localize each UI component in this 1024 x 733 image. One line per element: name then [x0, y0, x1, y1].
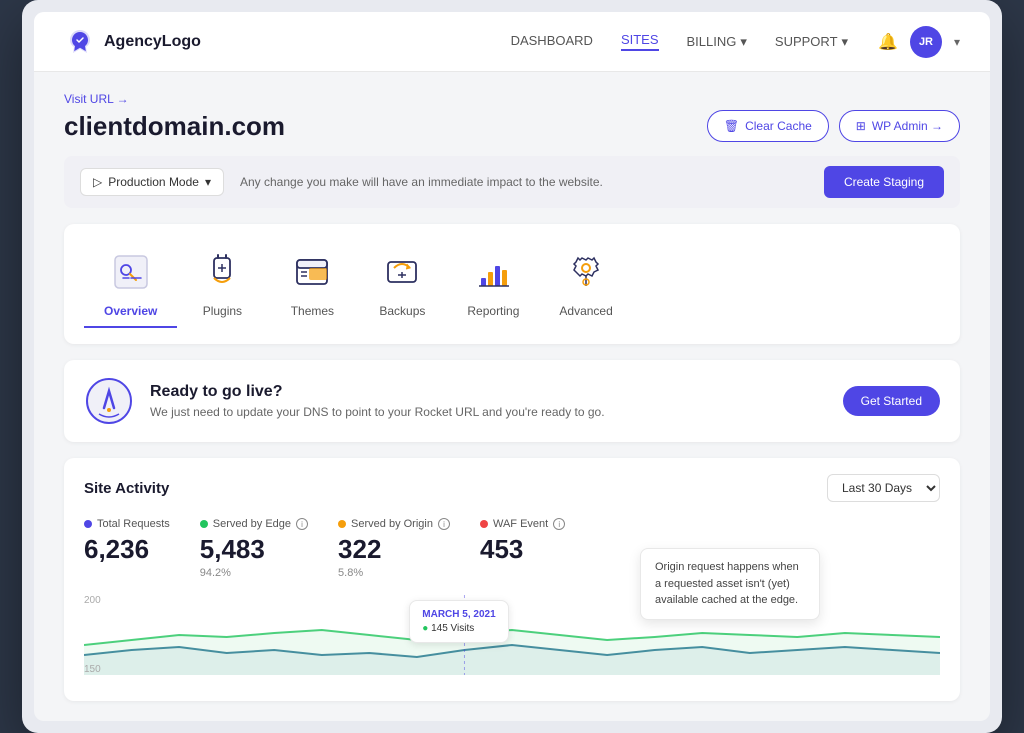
tab-themes-label: Themes	[291, 304, 334, 318]
ready-description: We just need to update your DNS to point…	[150, 405, 827, 419]
header: AgencyLogo DASHBOARD SITES BILLING ▾ SUP…	[34, 12, 990, 72]
stat-dot-yellow	[338, 520, 346, 528]
logo-text: AgencyLogo	[104, 33, 201, 51]
site-actions: 🗑 Clear Cache ⊞ WP Admin →	[707, 110, 960, 142]
header-actions: 🔔 JR ▾	[878, 26, 960, 58]
chevron-down-icon: ▾	[740, 34, 747, 50]
reporting-icon	[469, 248, 517, 296]
served-edge-info-icon[interactable]: i	[296, 518, 308, 530]
stat-waf-event-value: 453	[480, 534, 565, 565]
themes-icon	[288, 248, 336, 296]
stat-dot-blue	[84, 520, 92, 528]
ready-banner: Ready to go live? We just need to update…	[64, 360, 960, 442]
overview-icon	[107, 248, 155, 296]
logo-area: AgencyLogo	[64, 26, 201, 58]
avatar-chevron: ▾	[954, 35, 960, 49]
stat-dot-green	[200, 520, 208, 528]
stats-row: Total Requests 6,236 Served by Edge i 5,…	[84, 518, 940, 579]
bell-icon[interactable]: 🔔	[878, 32, 898, 52]
plugins-icon	[198, 248, 246, 296]
logo-icon	[64, 26, 96, 58]
chart-tooltip-date: MARCH 5, 2021	[422, 609, 495, 620]
tab-plugins-label: Plugins	[203, 304, 242, 318]
chart-date-tooltip: MARCH 5, 2021 ● 145 Visits	[409, 600, 508, 643]
tabs-list: Overview	[84, 240, 940, 328]
wp-admin-button[interactable]: ⊞ WP Admin →	[839, 110, 960, 142]
browser-frame: AgencyLogo DASHBOARD SITES BILLING ▾ SUP…	[22, 0, 1002, 733]
stat-waf-event-label: WAF Event i	[480, 518, 565, 530]
page-content: Visit URL → clientdomain.com 🗑 Clear Cac…	[34, 72, 990, 721]
chart-y-top: 200	[84, 595, 101, 606]
tab-themes[interactable]: Themes	[267, 240, 357, 328]
stat-served-edge-value: 5,483	[200, 534, 308, 565]
activity-title: Site Activity	[84, 480, 169, 497]
clear-cache-button[interactable]: 🗑 Clear Cache	[707, 110, 829, 142]
ready-text: Ready to go live? We just need to update…	[150, 383, 827, 419]
app-container: AgencyLogo DASHBOARD SITES BILLING ▾ SUP…	[34, 12, 990, 721]
mode-bar: ▷ Production Mode ▾ Any change you make …	[64, 156, 960, 208]
waf-event-info-icon[interactable]: i	[553, 518, 565, 530]
activity-section: Site Activity Last 30 Days Total Request…	[64, 458, 960, 701]
play-icon: ▷	[93, 175, 102, 189]
stat-dot-red	[480, 520, 488, 528]
ready-icon	[84, 376, 134, 426]
advanced-icon	[562, 248, 610, 296]
nav-billing[interactable]: BILLING ▾	[687, 34, 747, 50]
avatar[interactable]: JR	[910, 26, 942, 58]
chevron-down-icon: ▾	[205, 175, 211, 189]
mode-notice: Any change you make will have an immedia…	[240, 175, 824, 189]
stat-served-origin-value: 322	[338, 534, 450, 565]
site-domain-title: clientdomain.com	[64, 111, 285, 142]
tab-backups-label: Backups	[379, 304, 425, 318]
stat-total-requests-value: 6,236	[84, 534, 170, 565]
ready-title: Ready to go live?	[150, 383, 827, 401]
stat-served-edge-label: Served by Edge i	[200, 518, 308, 530]
stat-served-origin-sub: 5.8%	[338, 567, 450, 579]
period-select[interactable]: Last 30 Days	[827, 474, 940, 502]
wp-icon: ⊞	[856, 119, 866, 133]
served-origin-info-icon[interactable]: i	[438, 518, 450, 530]
stat-total-requests-label: Total Requests	[84, 518, 170, 530]
backups-icon	[378, 248, 426, 296]
tab-advanced-label: Advanced	[559, 304, 612, 318]
stat-served-origin: Served by Origin i 322 5.8%	[338, 518, 450, 579]
stat-served-edge: Served by Edge i 5,483 94.2%	[200, 518, 308, 579]
tab-reporting[interactable]: Reporting	[447, 240, 539, 328]
trash-icon: 🗑	[724, 119, 739, 133]
chart-y-bottom: 150	[84, 664, 101, 675]
site-title-row: clientdomain.com 🗑 Clear Cache ⊞ WP Admi…	[64, 110, 960, 142]
tab-reporting-label: Reporting	[467, 304, 519, 318]
stat-waf-event: WAF Event i 453	[480, 518, 565, 579]
visit-url-link[interactable]: Visit URL →	[64, 92, 960, 106]
get-started-button[interactable]: Get Started	[843, 386, 940, 416]
mode-dropdown[interactable]: ▷ Production Mode ▾	[80, 168, 224, 196]
nav-links: DASHBOARD SITES BILLING ▾ SUPPORT ▾	[511, 32, 848, 51]
origin-tooltip: Origin request happens when a requested …	[640, 548, 820, 620]
stat-total-requests: Total Requests 6,236	[84, 518, 170, 579]
nav-dashboard[interactable]: DASHBOARD	[511, 33, 593, 50]
tab-overview-label: Overview	[104, 304, 157, 318]
tab-backups[interactable]: Backups	[357, 240, 447, 328]
create-staging-button[interactable]: Create Staging	[824, 166, 944, 198]
stat-served-origin-label: Served by Origin i	[338, 518, 450, 530]
tab-plugins[interactable]: Plugins	[177, 240, 267, 328]
tab-overview[interactable]: Overview	[84, 240, 177, 328]
nav-support[interactable]: SUPPORT ▾	[775, 34, 848, 50]
tabs-panel: Overview	[64, 224, 960, 344]
activity-header: Site Activity Last 30 Days	[84, 474, 940, 502]
nav-sites[interactable]: SITES	[621, 32, 659, 51]
tab-advanced[interactable]: Advanced	[539, 240, 632, 328]
chevron-down-icon: ▾	[842, 34, 849, 50]
stat-served-edge-sub: 94.2%	[200, 567, 308, 579]
chart-tooltip-visits: ● 145 Visits	[422, 623, 495, 634]
